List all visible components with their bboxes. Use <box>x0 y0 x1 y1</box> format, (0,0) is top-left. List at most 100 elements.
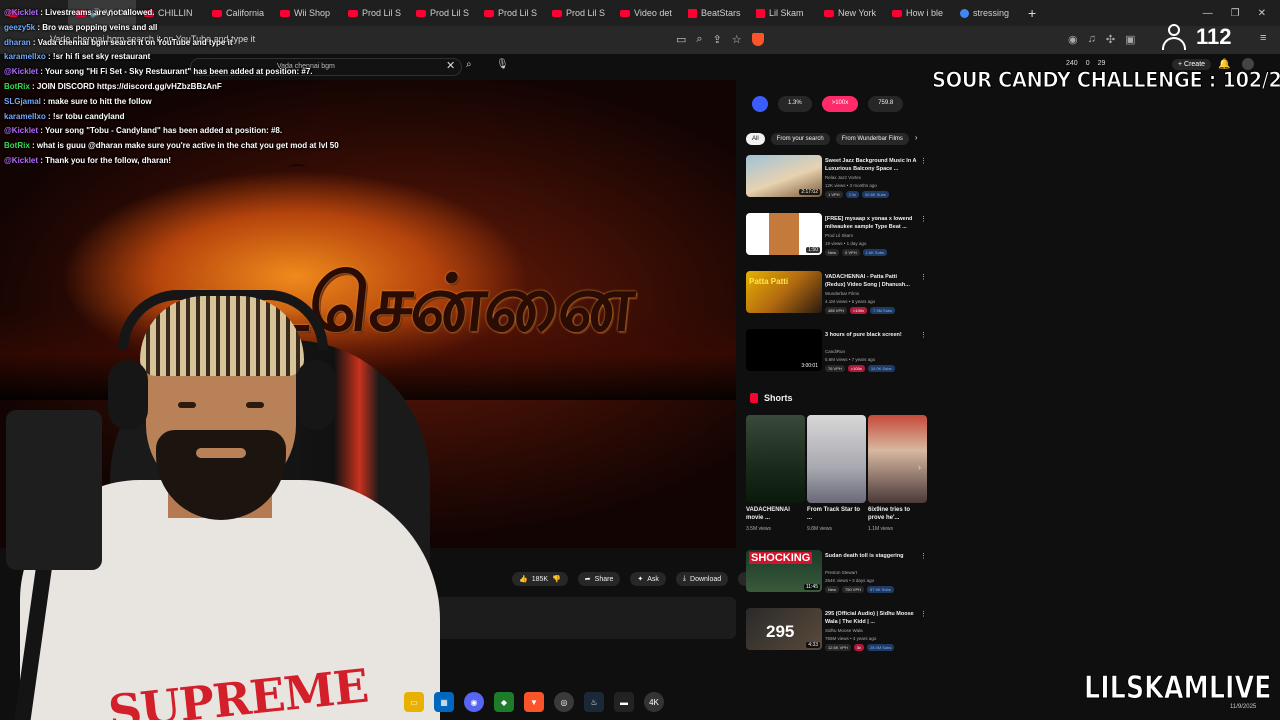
more-vert-icon[interactable]: ⋮ <box>920 552 927 560</box>
mic-icon[interactable]: 🎙 <box>496 59 509 70</box>
chat-message: @Kicklet : Your song "Tobu - Candyland" … <box>4 126 283 136</box>
browser-tab[interactable]: Prod Lil S <box>544 0 612 26</box>
browser-tab[interactable]: Prod Lil S <box>476 0 544 26</box>
more-vert-icon[interactable]: ⋮ <box>920 610 927 618</box>
share-icon[interactable]: ⇪ <box>713 33 722 46</box>
more-vert-icon[interactable]: ⋮ <box>920 157 927 165</box>
thumbs-down-icon[interactable]: 👎 <box>552 575 561 583</box>
clear-search-icon[interactable]: ✕ <box>446 59 455 72</box>
viewer-counter: 112 <box>1160 24 1232 50</box>
video-thumbnail[interactable]: 1:50 <box>746 213 822 255</box>
browser-tab[interactable]: Video det <box>612 0 680 26</box>
obs-icon[interactable]: ◎ <box>554 692 574 712</box>
streamer-eye <box>178 402 196 408</box>
vidiq-icon[interactable] <box>752 96 768 112</box>
beatstars-icon <box>756 8 765 18</box>
description-box[interactable] <box>416 597 736 639</box>
youtube-icon <box>892 9 902 17</box>
short-item[interactable]: From Track Star to ... 9.8M views <box>807 415 866 532</box>
menu-icon[interactable]: ≡ <box>1260 32 1266 44</box>
restore-icon[interactable]: ❐ <box>1231 8 1240 19</box>
app-icon[interactable]: ▬ <box>614 692 634 712</box>
youtube-icon <box>824 9 834 17</box>
recommendation-item[interactable]: SHOCKING 11:45 Sudan death toll is stagge… <box>746 550 928 608</box>
video-thumbnail[interactable]: Patta Patti <box>746 271 822 313</box>
recommendation-item[interactable]: Patta Patti VADACHENNAI - Patta Patti (R… <box>746 271 928 329</box>
streamer-mouth <box>196 448 246 458</box>
stat-chip: >100x <box>821 96 859 112</box>
audio-icon[interactable]: ♫ <box>1088 33 1096 46</box>
filter-chip[interactable]: From your search <box>770 133 830 145</box>
sidebar-icon[interactable]: ▣ <box>1125 33 1135 46</box>
more-vert-icon[interactable]: ⋮ <box>920 215 927 223</box>
recommendation-item[interactable]: 2:17:02 Sweet Jazz Background Music In A… <box>746 155 928 213</box>
filter-chip[interactable]: From Wunderbar Films <box>835 133 909 145</box>
filter-chips: All From your search From Wunderbar Film… <box>746 133 918 145</box>
challenge-banner: SOUR CANDY CHALLENGE : 102/250 <box>932 68 1280 93</box>
close-window-icon[interactable]: ✕ <box>1258 8 1266 19</box>
browser-tab[interactable]: New York <box>816 0 884 26</box>
download-button[interactable]: ⤓ Download <box>675 572 729 586</box>
more-vert-icon[interactable]: ⋮ <box>920 331 927 339</box>
short-item[interactable]: VADACHENNAI movie ... 3.5M views <box>746 415 805 532</box>
browser-tab[interactable]: stressing <box>952 0 1020 26</box>
cast-icon[interactable]: ▭ <box>676 33 686 46</box>
video-thumbnail[interactable]: 3:00:01 <box>746 329 822 371</box>
video-thumbnail[interactable]: 2:17:02 <box>746 155 822 197</box>
filter-chip-all[interactable]: All <box>746 133 765 145</box>
headset-earcup <box>296 360 336 430</box>
app-icon[interactable]: ◆ <box>494 692 514 712</box>
stat-badges: New 0 VPH 1.6K Subs <box>825 249 888 256</box>
chat-message: karamellxo : !sr hi fi set sky restauran… <box>4 52 151 62</box>
chevron-right-icon[interactable]: › <box>915 133 918 145</box>
puzzle-icon[interactable]: ✣ <box>1106 33 1115 46</box>
like-button[interactable]: 👍 185K 👎 <box>512 572 568 586</box>
recommendations-list: 2:17:02 Sweet Jazz Background Music In A… <box>746 155 928 387</box>
zoom-icon[interactable]: ⌕ <box>696 33 702 46</box>
recommendation-item[interactable]: 3:00:01 3 hours of pure black screen! Ca… <box>746 329 928 387</box>
system-date: 11/9/2025 <box>1230 704 1257 710</box>
streamer-eye <box>246 402 264 408</box>
minimize-icon[interactable]: — <box>1203 8 1213 19</box>
stat-badges: 1 VPH 2.3x 50.8K Subs <box>825 191 889 198</box>
stat-chip: 1.3% <box>778 96 812 112</box>
video-actions: 👍185K👎 ➦Share ✦Ask ⤓Download ⋯ <box>512 572 760 586</box>
short-item[interactable]: 6ix9ine tries to prove he'... 1.1M views <box>868 415 927 532</box>
recommendation-item[interactable]: 1:50 [FREE] mysaap x yonaa x lowend milw… <box>746 213 928 271</box>
browser-tab[interactable]: Lil Skam <box>748 0 816 26</box>
short-thumbnail[interactable] <box>868 415 927 503</box>
new-tab-button[interactable]: + <box>1020 5 1044 21</box>
bookmark-icon[interactable]: ☆ <box>732 33 742 46</box>
discord-icon[interactable]: ◉ <box>464 692 484 712</box>
brave-shield-icon[interactable] <box>751 33 764 46</box>
youtube-icon <box>620 9 630 17</box>
share-button[interactable]: ➦ Share <box>577 572 621 586</box>
4k-icon[interactable]: 4K <box>644 692 664 712</box>
browser-tab[interactable]: BeatStars <box>680 0 748 26</box>
browser-tab[interactable]: How i ble <box>884 0 952 26</box>
chat-overlay: @Kicklet : Livestreams are not allowed. … <box>4 6 424 169</box>
brave-icon[interactable]: ▼ <box>524 692 544 712</box>
chat-message: @Kicklet : Livestreams are not allowed. <box>4 8 155 17</box>
search-icon[interactable]: ⌕ <box>466 59 472 70</box>
chevron-right-icon[interactable]: › <box>918 462 921 472</box>
store-icon[interactable]: ▦ <box>434 692 454 712</box>
chat-message: BotRix : JOIN DISCORD https://discord.gg… <box>4 81 222 91</box>
steam-icon[interactable]: ♨ <box>584 692 604 712</box>
shorts-shelf: VADACHENNAI movie ... 3.5M views From Tr… <box>746 415 927 532</box>
screen: 🔊 Vi ✕ CHILLIN California Wii Shop Prod Li… <box>0 0 1280 720</box>
short-thumbnail[interactable] <box>807 415 866 503</box>
short-thumbnail[interactable] <box>746 415 805 503</box>
chat-message: BotRix : what is guuu @dharan make sure … <box>4 141 339 151</box>
ask-button[interactable]: ✦ Ask <box>630 572 666 586</box>
more-vert-icon[interactable]: ⋮ <box>920 273 927 281</box>
address-icons: ▭ ⌕ ⇪ ☆ <box>676 33 764 46</box>
recommendation-item[interactable]: 295 4:33 295 (Official Audio) | Sidhu Moo… <box>746 608 928 666</box>
video-thumbnail[interactable]: 295 4:33 <box>746 608 822 650</box>
stat-badges: New 750 VPH 97.9K Subs <box>825 586 894 593</box>
download-icon: ⤓ <box>682 575 687 582</box>
extension-icon[interactable]: ◉ <box>1068 33 1078 46</box>
extension-icons: ◉ ♫ ✣ ▣ <box>1068 33 1135 46</box>
file-explorer-icon[interactable]: ▭ <box>404 692 424 712</box>
video-thumbnail[interactable]: SHOCKING 11:45 <box>746 550 822 592</box>
